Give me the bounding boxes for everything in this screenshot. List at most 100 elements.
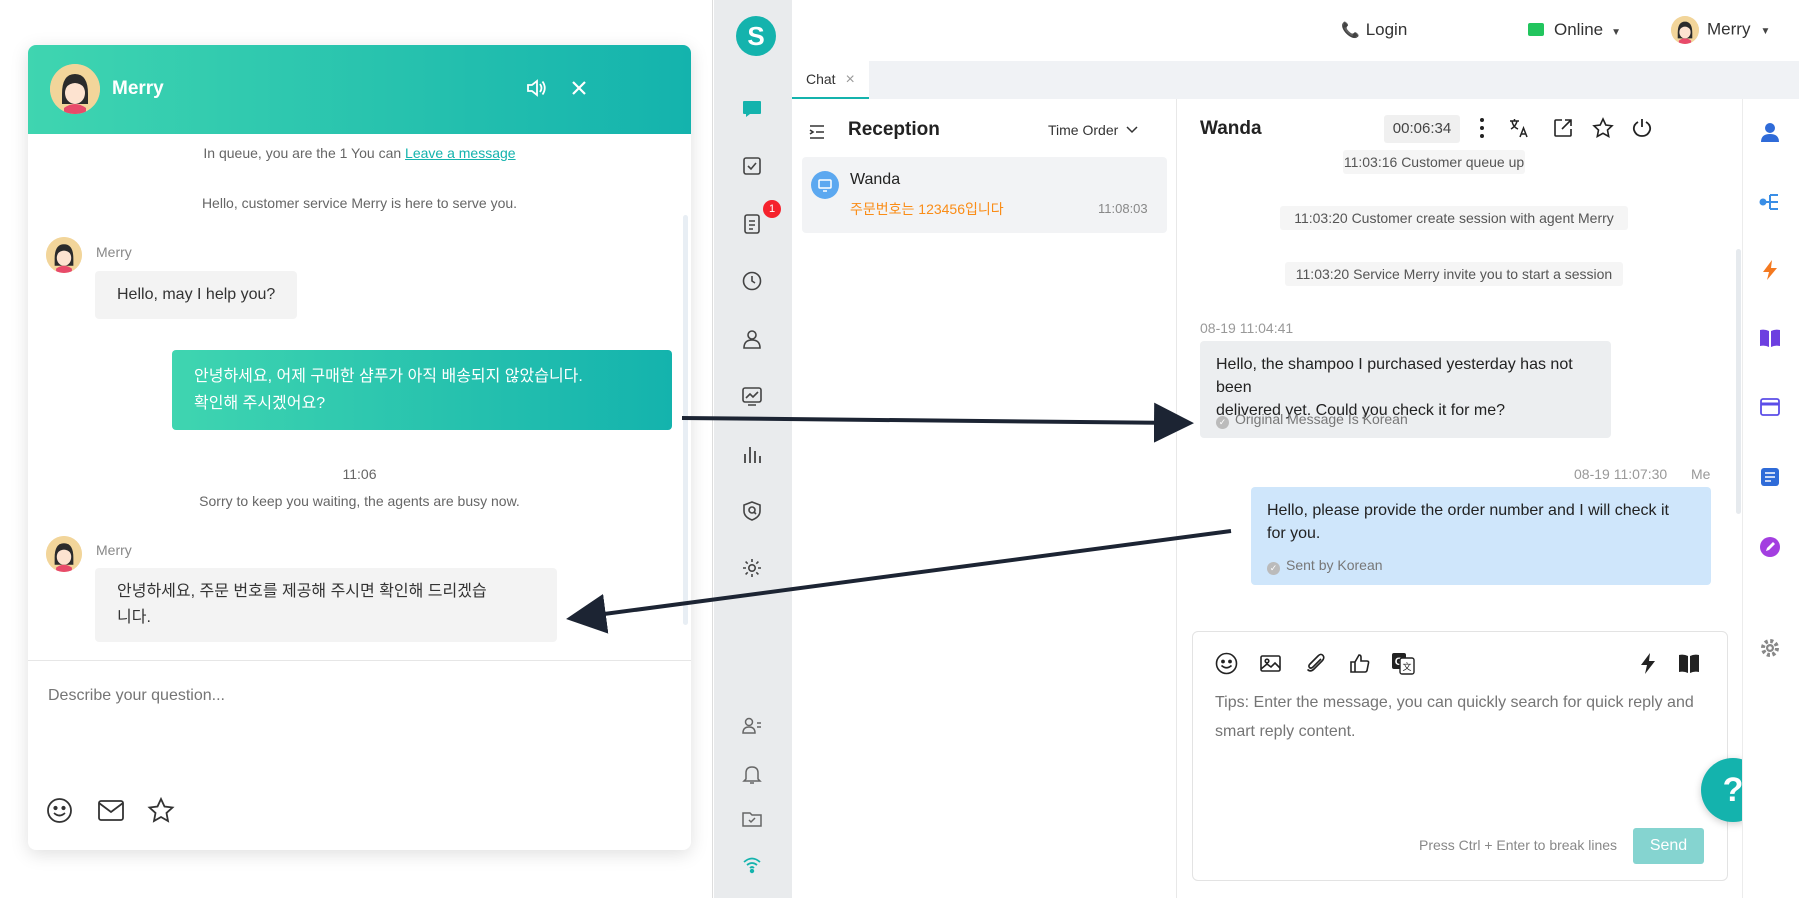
speaker-icon[interactable] [525, 77, 547, 99]
note-text: Original Message Is Korean [1235, 411, 1408, 427]
more-vertical-icon[interactable] [1478, 117, 1486, 139]
scrollbar[interactable] [683, 215, 688, 625]
tab-chat[interactable]: Chat × [792, 61, 869, 99]
agent-console: S 1 📞 Login Online ▼ Merry ▼ Chat × Rece… [714, 0, 1799, 898]
message-timestamp: 08-19 11:04:41 [1200, 320, 1294, 336]
widget-agent-name: Merry [112, 78, 164, 99]
customer-message-bubble: Hello, the shampoo I purchased yesterday… [1200, 341, 1611, 438]
settings-gear-icon[interactable] [1759, 637, 1781, 659]
status-label: Online [1554, 20, 1604, 39]
check-circle-icon: ✓ [1267, 562, 1280, 575]
document-icon[interactable] [741, 213, 763, 235]
history-clock-icon[interactable] [741, 270, 763, 292]
star-icon[interactable] [1592, 117, 1614, 139]
scrollbar[interactable] [1736, 249, 1741, 514]
logo: S [736, 16, 776, 56]
system-event: 11:03:20 Service Merry invite you to sta… [1285, 262, 1623, 286]
contacts-icon[interactable] [741, 715, 763, 737]
customer-profile-icon[interactable] [1759, 121, 1781, 143]
chat-icon[interactable] [741, 98, 763, 120]
message-input[interactable] [1215, 688, 1720, 746]
login-button[interactable]: 📞 Login [1341, 20, 1407, 40]
status-dropdown[interactable]: Online ▼ [1528, 20, 1621, 40]
agent-avatar [46, 237, 82, 273]
power-end-session-icon[interactable] [1631, 117, 1653, 139]
session-preview: 주문번호는 123456입니다 [850, 201, 1004, 217]
top-bar: 📞 Login Online ▼ Merry ▼ [792, 0, 1799, 61]
close-icon[interactable] [570, 79, 588, 97]
message-sender: Merry [96, 244, 132, 260]
task-check-icon[interactable] [741, 155, 763, 177]
tab-close-icon[interactable]: × [845, 71, 854, 88]
sort-dropdown[interactable]: Time Order [1048, 122, 1138, 138]
chevron-down-icon [1122, 122, 1138, 138]
conversation-customer-name: Wanda [1200, 118, 1262, 139]
knowledge-book-icon[interactable] [1678, 652, 1700, 675]
quick-reply-lightning-icon[interactable] [1638, 652, 1658, 675]
message-line: 안녕하세요, 어제 구매한 샴푸가 아직 배송되지 않았습니다. [194, 368, 583, 385]
visitor-pane: Merry In queue, you are the 1 You can Le… [0, 0, 713, 898]
system-event: 11:03:20 Customer create session with ag… [1280, 206, 1628, 230]
customer-icon[interactable] [741, 328, 763, 350]
greeting-notice: Hello, customer service Merry is here to… [201, 195, 518, 211]
online-status-icon [1528, 23, 1544, 36]
leave-message-link[interactable]: Leave a message [405, 145, 516, 161]
message-line: for you. [1267, 525, 1321, 542]
tab-bar: Chat × [792, 61, 1799, 99]
session-time: 11:08:03 [1098, 201, 1148, 216]
translation-note: ✓ Original Message Is Korean [1216, 408, 1408, 431]
message-line: 니다. [117, 609, 151, 626]
message-line: Hello, the shampoo I purchased yesterday… [1216, 356, 1573, 396]
message-sender-me: Me [1691, 466, 1711, 482]
menu-collapse-icon[interactable] [808, 123, 826, 141]
conversation-panel: Wanda 00:06:34 11:03:16 Customer queue u… [1178, 99, 1741, 898]
mail-icon[interactable] [97, 797, 125, 824]
shield-search-icon[interactable] [741, 500, 763, 522]
login-label: Login [1365, 20, 1408, 39]
translate-icon[interactable] [1508, 117, 1530, 139]
agent-avatar [46, 536, 82, 572]
statistics-icon[interactable] [741, 443, 763, 465]
emoji-icon[interactable] [46, 797, 73, 824]
divider [28, 660, 691, 661]
emoji-icon[interactable] [1215, 652, 1238, 675]
user-avatar [1671, 16, 1699, 44]
queue-notice: In queue, you are the 1 You can Leave a … [203, 145, 516, 161]
question-input[interactable] [48, 687, 648, 705]
transfer-icon[interactable] [1552, 117, 1574, 139]
workflow-icon[interactable] [1759, 191, 1781, 213]
thumbs-up-icon[interactable] [1348, 652, 1371, 675]
attachment-icon[interactable] [1304, 652, 1327, 675]
visitor-message-bubble: 안녕하세요, 어제 구매한 샴푸가 아직 배송되지 않았습니다. 확인해 주시겠… [172, 350, 672, 430]
time-divider: 11:06 [342, 466, 377, 482]
google-translate-icon[interactable]: G文 [1391, 652, 1415, 675]
folder-check-icon[interactable] [741, 808, 763, 830]
web-channel-icon [811, 171, 839, 199]
settings-gear-icon[interactable] [741, 557, 763, 579]
check-circle-icon: ✓ [1216, 416, 1229, 429]
bell-icon[interactable] [741, 763, 763, 785]
chat-widget: Merry In queue, you are the 1 You can Le… [28, 45, 691, 850]
browser-window-icon[interactable] [1759, 396, 1781, 418]
agent-message-bubble: Hello, please provide the order number a… [1251, 487, 1711, 585]
send-button[interactable]: Send [1633, 828, 1704, 864]
user-name: Merry [1707, 19, 1751, 39]
lightning-icon[interactable] [1759, 259, 1781, 281]
session-card[interactable]: Wanda 주문번호는 123456입니다 11:08:03 [802, 157, 1167, 233]
tool-rail [1742, 99, 1799, 898]
edit-note-icon[interactable] [1759, 536, 1781, 558]
user-menu[interactable]: Merry ▼ [1671, 16, 1770, 44]
notification-badge: 1 [763, 200, 781, 218]
message-composer: G文 Press Ctrl + Enter to break lines Sen… [1192, 631, 1728, 881]
wifi-icon [741, 853, 763, 875]
form-document-icon[interactable] [1759, 466, 1781, 488]
message-line: 확인해 주시겠어요? [194, 395, 326, 412]
message-line: Hello, please provide the order number a… [1267, 502, 1669, 519]
monitor-chart-icon[interactable] [741, 385, 763, 407]
knowledge-book-icon[interactable] [1759, 327, 1781, 349]
line-break-hint: Press Ctrl + Enter to break lines [1419, 837, 1618, 853]
star-icon[interactable] [147, 797, 175, 824]
chevron-down-icon: ▼ [1760, 26, 1771, 38]
session-list-title: Reception [848, 119, 940, 140]
image-icon[interactable] [1259, 652, 1282, 675]
